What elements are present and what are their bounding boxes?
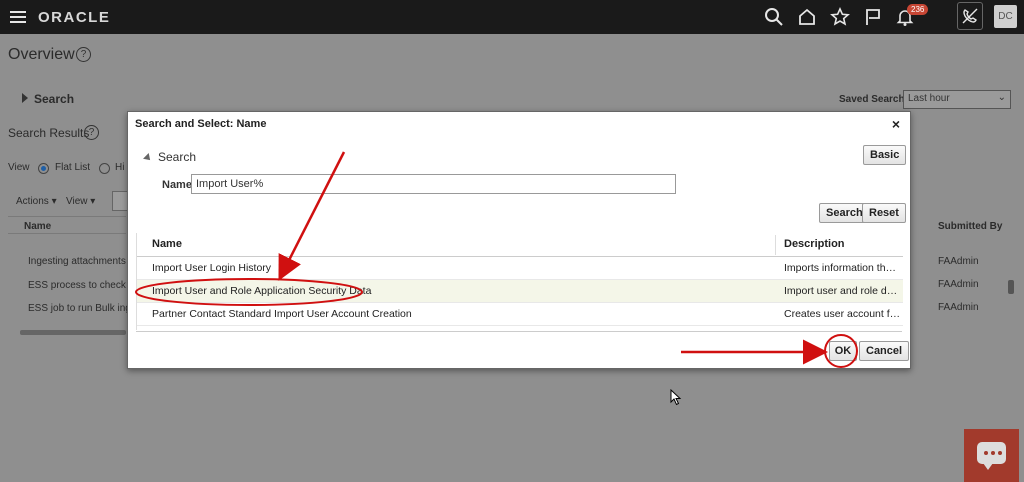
search-section-label: Search xyxy=(34,92,75,106)
dialog-title: Search and Select: Name xyxy=(135,118,267,130)
horizontal-scrollbar[interactable] xyxy=(20,330,126,335)
home-icon[interactable] xyxy=(797,7,817,27)
saved-search-select[interactable]: Last hour ⌄ xyxy=(903,90,1011,109)
search-icon[interactable] xyxy=(764,7,784,27)
name-input[interactable] xyxy=(191,174,676,194)
user-avatar[interactable]: DC xyxy=(994,5,1017,28)
view-label: View xyxy=(8,162,30,173)
phone-off-icon xyxy=(962,8,978,24)
column-divider xyxy=(775,235,776,255)
flat-list-radio[interactable] xyxy=(38,163,49,174)
dialog-search-header[interactable]: Search xyxy=(143,150,197,164)
ok-button[interactable]: OK xyxy=(829,341,857,361)
results-table: Name Description Import User Login Histo… xyxy=(136,233,903,330)
view-menu-label: View xyxy=(66,196,88,207)
cancel-button[interactable]: Cancel xyxy=(859,341,910,361)
brand-logo: ORACLE xyxy=(38,9,111,26)
reset-button[interactable]: Reset xyxy=(862,203,906,223)
hierarchy-radio[interactable] xyxy=(99,163,110,174)
row-description: Import user and role data ... xyxy=(784,285,901,297)
results-help-icon[interactable]: ? xyxy=(84,125,99,140)
bg-row-name[interactable]: ESS job to run Bulk inge xyxy=(28,303,136,314)
basic-button[interactable]: Basic xyxy=(863,145,907,165)
dialog-footer-divider xyxy=(136,331,902,332)
chevron-down-icon: ⌄ xyxy=(997,92,1006,103)
bg-row-name[interactable]: Ingesting attachments fo xyxy=(28,256,137,267)
search-section-toggle[interactable]: Search xyxy=(22,92,74,106)
dialog-search-label: Search xyxy=(158,150,197,164)
top-bar: ORACLE 236 DC xyxy=(0,0,1024,34)
flat-list-label: Flat List xyxy=(55,162,91,173)
bg-row-submitted-by: FAAdmin xyxy=(938,279,979,290)
page-title: Overview xyxy=(8,46,75,63)
col-description[interactable]: Description xyxy=(784,238,845,250)
bg-row-submitted-by: FAAdmin xyxy=(938,302,979,313)
row-name: Import User Login History xyxy=(152,262,272,274)
row-description: Imports information that t... xyxy=(784,262,901,274)
mouse-cursor-icon xyxy=(670,389,682,406)
hierarchy-label: Hi xyxy=(115,162,125,173)
close-icon[interactable]: × xyxy=(892,116,900,132)
vertical-scrollbar[interactable] xyxy=(1008,240,1016,330)
star-icon[interactable] xyxy=(830,7,850,27)
expand-icon xyxy=(22,93,28,103)
collapse-icon xyxy=(143,152,153,163)
col-name[interactable]: Name xyxy=(152,238,182,250)
chat-icon xyxy=(977,442,1006,470)
actions-label: Actions xyxy=(16,196,49,207)
help-icon[interactable]: ? xyxy=(76,47,91,62)
bg-row-name[interactable]: ESS process to check S xyxy=(28,280,135,291)
saved-search-value: Last hour xyxy=(908,93,950,104)
results-title: Search Results xyxy=(8,126,90,140)
name-label: Name xyxy=(162,179,192,191)
table-row-selected[interactable]: Import User and Role Application Securit… xyxy=(137,280,903,303)
col-submitted-by-header: Submitted By xyxy=(938,221,1003,232)
call-button[interactable] xyxy=(957,2,983,30)
table-row[interactable]: Import User Login History Imports inform… xyxy=(137,257,903,280)
actions-menu[interactable]: Actions ▾ xyxy=(16,196,57,207)
menu-icon[interactable] xyxy=(10,11,26,23)
table-row[interactable]: Partner Contact Standard Import User Acc… xyxy=(137,303,903,326)
saved-search-label: Saved Search xyxy=(839,94,905,105)
row-name: Import User and Role Application Securit… xyxy=(152,285,372,297)
search-select-dialog: Search and Select: Name × Search Basic N… xyxy=(127,111,911,369)
divider xyxy=(8,216,126,217)
chat-widget-button[interactable] xyxy=(964,429,1019,482)
toolbar-button[interactable] xyxy=(112,191,128,211)
row-name: Partner Contact Standard Import User Acc… xyxy=(152,308,412,320)
row-description: Creates user account for ... xyxy=(784,308,901,320)
table-header: Name Description xyxy=(137,233,903,257)
divider xyxy=(8,233,126,234)
scroll-thumb[interactable] xyxy=(1008,280,1014,294)
bg-row-submitted-by: FAAdmin xyxy=(938,256,979,267)
flag-icon[interactable] xyxy=(863,7,883,27)
col-name-header: Name xyxy=(24,221,52,232)
notification-badge: 236 xyxy=(907,4,929,15)
view-menu[interactable]: View ▾ xyxy=(66,196,95,207)
